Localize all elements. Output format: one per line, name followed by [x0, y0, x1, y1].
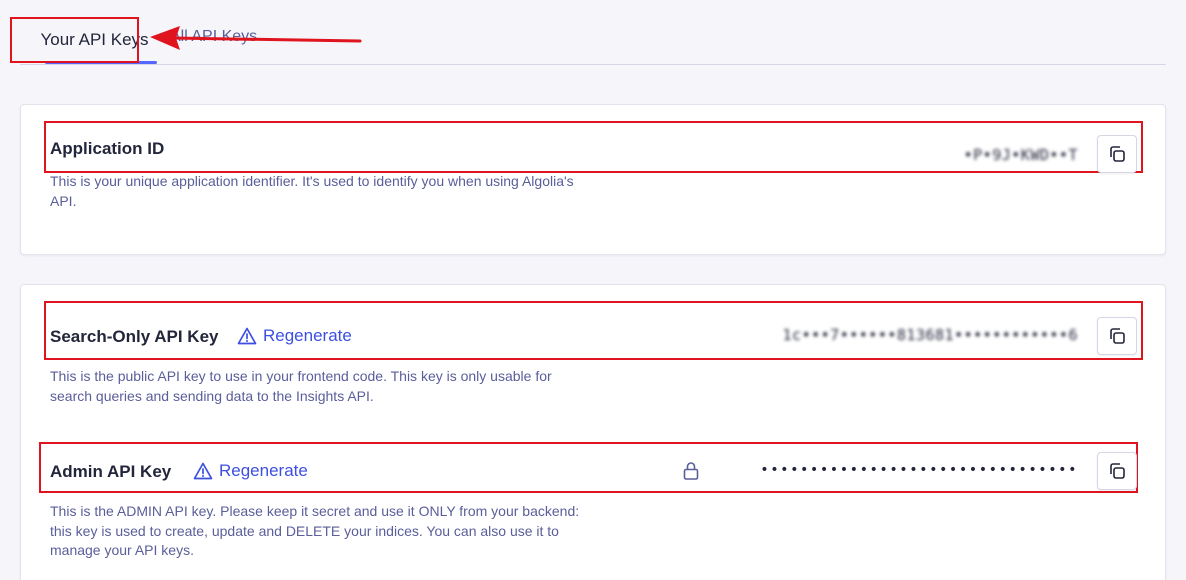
admin-key-title: Admin API Key — [50, 462, 172, 481]
copy-icon — [1110, 463, 1125, 479]
admin-key-description: This is the ADMIN API key. Please keep i… — [50, 503, 580, 558]
admin-key-value[interactable]: •••••••••••••••••••••••••••••••• — [760, 462, 1078, 478]
search-key-value[interactable]: 1c•••7••••••813681••••••••••••6 — [783, 326, 1078, 344]
application-id-description: This is your unique application identifi… — [50, 173, 574, 209]
warning-icon — [193, 462, 213, 480]
copy-icon — [1110, 146, 1125, 162]
search-key-regenerate-label: Regenerate — [263, 326, 352, 345]
copy-app-id-button[interactable] — [1097, 135, 1137, 173]
application-id-title: Application ID — [50, 139, 165, 158]
active-tab-indicator — [45, 61, 157, 64]
search-key-description: This is the public API key to use in you… — [50, 368, 552, 404]
lock-icon[interactable] — [681, 461, 701, 481]
search-key-regenerate-link[interactable]: Regenerate — [237, 326, 352, 346]
annotation-arrow — [150, 26, 362, 50]
search-key-title: Search-Only API Key — [50, 327, 219, 346]
application-id-value[interactable]: •P•9J•KWD••T — [964, 146, 1078, 164]
warning-icon — [237, 327, 257, 345]
copy-search-key-button[interactable] — [1097, 317, 1137, 355]
copy-admin-key-button[interactable] — [1097, 452, 1137, 490]
tab-your-api-keys[interactable]: Your API Keys — [30, 17, 159, 63]
admin-key-regenerate-link[interactable]: Regenerate — [193, 461, 308, 481]
copy-icon — [1110, 328, 1125, 344]
admin-key-regenerate-label: Regenerate — [219, 461, 308, 480]
